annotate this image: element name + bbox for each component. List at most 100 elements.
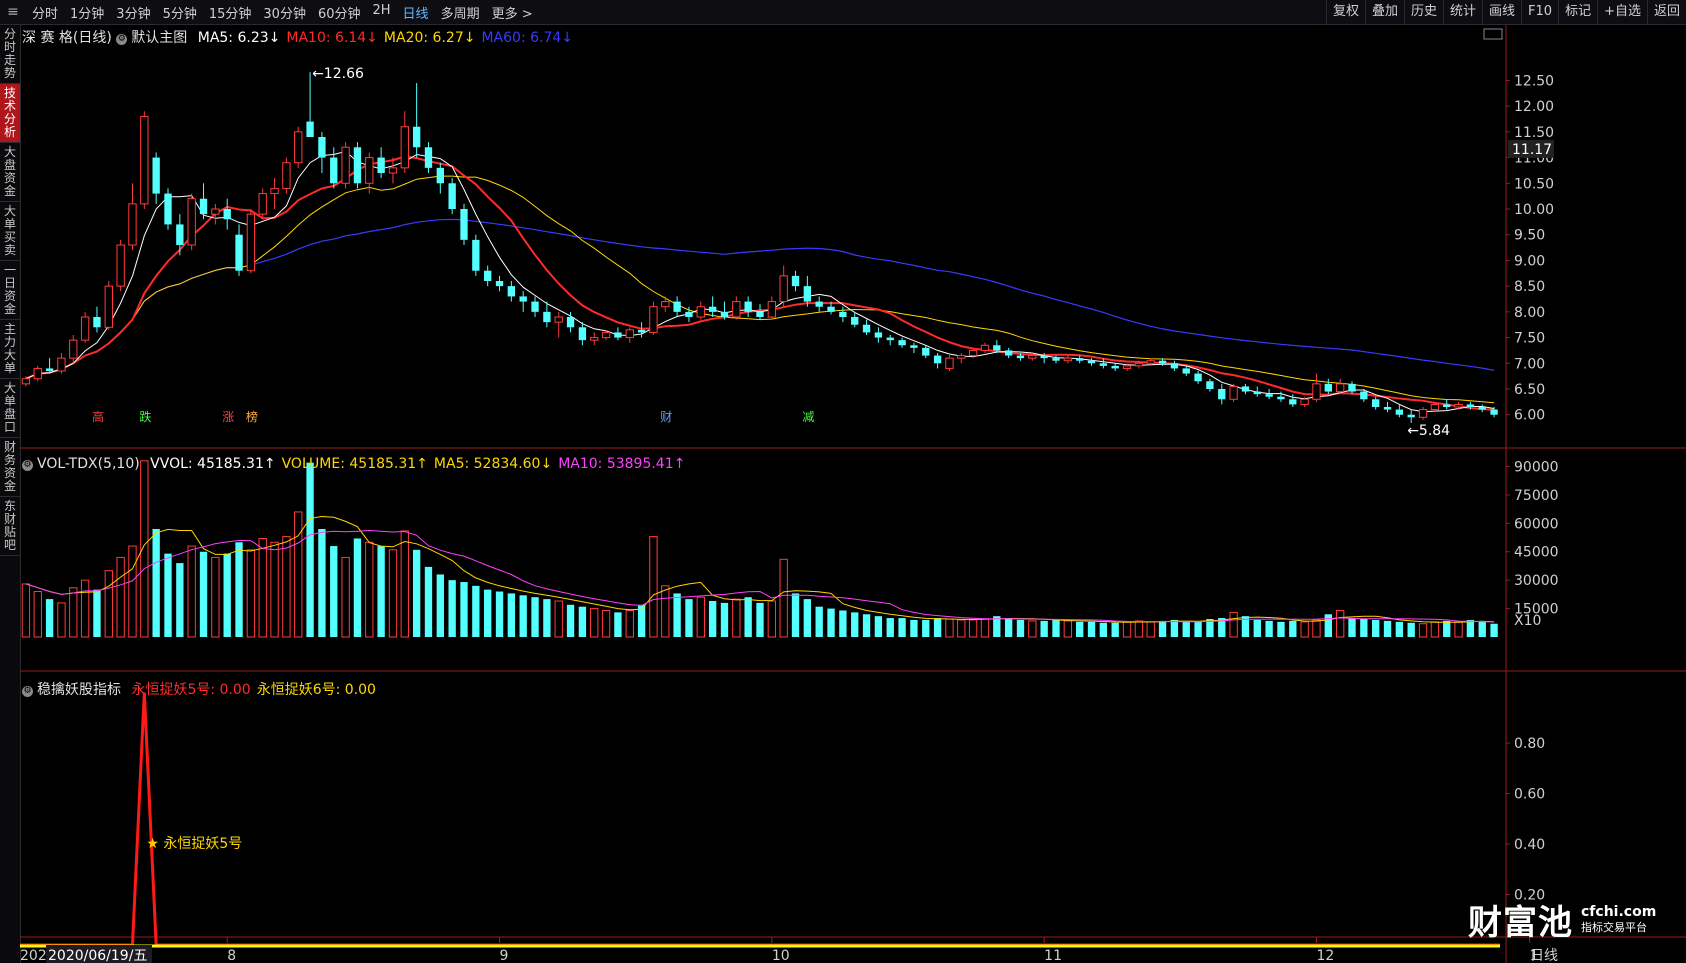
tool-button[interactable]: 叠加 bbox=[1364, 0, 1404, 24]
timeframe-tab[interactable]: 多周期 bbox=[435, 3, 486, 22]
price-tick-label: 8.00 bbox=[1514, 305, 1545, 321]
volume-bar bbox=[1418, 623, 1428, 638]
timeframe-tab[interactable]: 分时 bbox=[26, 3, 64, 22]
menu-icon[interactable]: ≡ bbox=[0, 4, 26, 20]
vol-settings-icon[interactable]: ⚙ bbox=[22, 460, 33, 471]
candle-body bbox=[1063, 357, 1073, 362]
candle-body bbox=[377, 157, 385, 173]
tool-button[interactable]: 画线 bbox=[1482, 0, 1521, 24]
candle-body bbox=[306, 121, 314, 137]
candle-body bbox=[531, 301, 539, 312]
candle-body bbox=[353, 147, 362, 184]
tool-button[interactable]: 标记 bbox=[1558, 0, 1597, 24]
vol-tick-label: 30000 bbox=[1514, 573, 1559, 589]
ind-tick-label: 0.60 bbox=[1514, 787, 1545, 803]
ind-tick-label: 0.40 bbox=[1514, 837, 1545, 853]
candle-body bbox=[1170, 363, 1179, 369]
tool-button[interactable]: 复权 bbox=[1325, 0, 1365, 24]
kline-chart[interactable]: 12.5012.0011.5011.0010.5010.009.509.008.… bbox=[20, 25, 1686, 963]
candle-body bbox=[767, 301, 777, 318]
candle-body bbox=[69, 339, 78, 359]
sidebar-tab[interactable]: 大单买卖 bbox=[0, 202, 20, 261]
template-name[interactable]: 默认主图 bbox=[131, 30, 187, 46]
candle-body bbox=[1478, 407, 1486, 410]
volume-bar bbox=[93, 589, 101, 637]
candle-body bbox=[199, 198, 208, 215]
panel-toggle-icon bbox=[1483, 28, 1503, 40]
volume-bar bbox=[1158, 620, 1167, 637]
volume-bar bbox=[957, 619, 966, 638]
timeframe-tab[interactable]: 3分钟 bbox=[110, 3, 156, 22]
legend-item: MA5: 52834.60↓ bbox=[433, 456, 553, 472]
volume-bar bbox=[104, 570, 113, 638]
volume-bar bbox=[1111, 622, 1119, 637]
volume-bar bbox=[614, 612, 622, 637]
candle-body bbox=[732, 301, 741, 318]
tool-button[interactable]: +自选 bbox=[1597, 0, 1647, 24]
volume-bar bbox=[1277, 621, 1285, 637]
month-label: 9 bbox=[500, 948, 509, 963]
tool-button[interactable]: 统计 bbox=[1443, 0, 1482, 24]
volume-bar bbox=[531, 597, 539, 637]
volume-bar bbox=[744, 597, 752, 637]
tool-button[interactable]: F10 bbox=[1521, 0, 1558, 24]
cursor-date: 2020/06/19/五 bbox=[48, 948, 147, 963]
sidebar-tab[interactable]: 技术分析 bbox=[0, 84, 20, 143]
ind-tick-label: 0.80 bbox=[1514, 736, 1545, 752]
volume-bar bbox=[1063, 620, 1073, 638]
tool-button[interactable]: 返回 bbox=[1646, 0, 1686, 24]
volume-bar bbox=[472, 585, 480, 637]
volume-bar bbox=[460, 582, 468, 637]
watermark-slogan: 指标交易平台 bbox=[1581, 920, 1647, 934]
candle-body bbox=[590, 337, 599, 341]
volume-bar bbox=[1478, 621, 1486, 637]
settings-gear-icon[interactable]: ⚙ bbox=[116, 34, 128, 45]
timeframe-tab[interactable]: 5分钟 bbox=[157, 3, 203, 22]
volume-bar bbox=[1348, 618, 1356, 637]
event-marker: 跌 bbox=[139, 409, 151, 424]
volume-bar bbox=[933, 618, 942, 637]
volume-bar bbox=[1430, 621, 1440, 638]
tool-button[interactable]: 历史 bbox=[1403, 0, 1443, 24]
sidebar-tab[interactable]: 分时走势 bbox=[0, 25, 20, 84]
sidebar-tab[interactable]: 东财贴吧 bbox=[0, 497, 20, 556]
event-marker: 涨 bbox=[222, 409, 234, 424]
volume-bar bbox=[246, 549, 256, 638]
legend-item: 永恒捉妖5号: 0.00 bbox=[131, 682, 251, 698]
event-marker: 榜 bbox=[246, 409, 258, 424]
volume-bar bbox=[910, 619, 918, 637]
timeframe-tab[interactable]: 更多 > bbox=[486, 3, 539, 22]
timeframe-tab[interactable]: 60分钟 bbox=[312, 3, 367, 22]
candle-body bbox=[839, 311, 847, 317]
ind-settings-icon[interactable]: ⚙ bbox=[22, 686, 33, 697]
sidebar-tab[interactable]: 一日资金 bbox=[0, 261, 20, 320]
timeframe-tab[interactable]: 15分钟 bbox=[203, 3, 258, 22]
candle-body bbox=[1052, 358, 1060, 361]
timeframe-tab[interactable]: 2H bbox=[367, 3, 397, 22]
candle-body bbox=[862, 324, 871, 333]
sidebar-tab[interactable]: 财务资金 bbox=[0, 438, 20, 497]
volume-bar bbox=[1324, 614, 1332, 637]
candle-body bbox=[246, 213, 256, 272]
legend-item: MA5: 6.23↓ bbox=[197, 30, 281, 46]
sidebar-tab[interactable]: 主力大单 bbox=[0, 320, 20, 379]
event-marker: 高 bbox=[92, 409, 104, 424]
timeframe-tab[interactable]: 日线 bbox=[397, 3, 435, 22]
candle-body bbox=[601, 331, 611, 339]
legend-item: MA10: 6.14↓ bbox=[286, 30, 378, 46]
volume-bar bbox=[152, 529, 160, 637]
volume-bar bbox=[685, 599, 693, 637]
timeframe-tab[interactable]: 1分钟 bbox=[64, 3, 110, 22]
volume-bar bbox=[1040, 620, 1048, 637]
candle-body bbox=[436, 167, 444, 184]
vol-legend: ⚙ VOL-TDX(5,10) VVOL: 45185.31↑ VOLUME: 45… bbox=[22, 456, 685, 472]
timeframe-tab[interactable]: 30分钟 bbox=[257, 3, 312, 22]
candle-body bbox=[980, 344, 990, 351]
sidebar-tab[interactable]: 大单盘口 bbox=[0, 379, 20, 438]
volume-bar bbox=[45, 599, 54, 637]
candle-body bbox=[898, 340, 906, 346]
candle-body bbox=[21, 378, 31, 385]
high-price-label: ←12.66 bbox=[312, 66, 364, 82]
volume-bar bbox=[33, 591, 42, 638]
sidebar-tab[interactable]: 大盘资金 bbox=[0, 143, 20, 202]
